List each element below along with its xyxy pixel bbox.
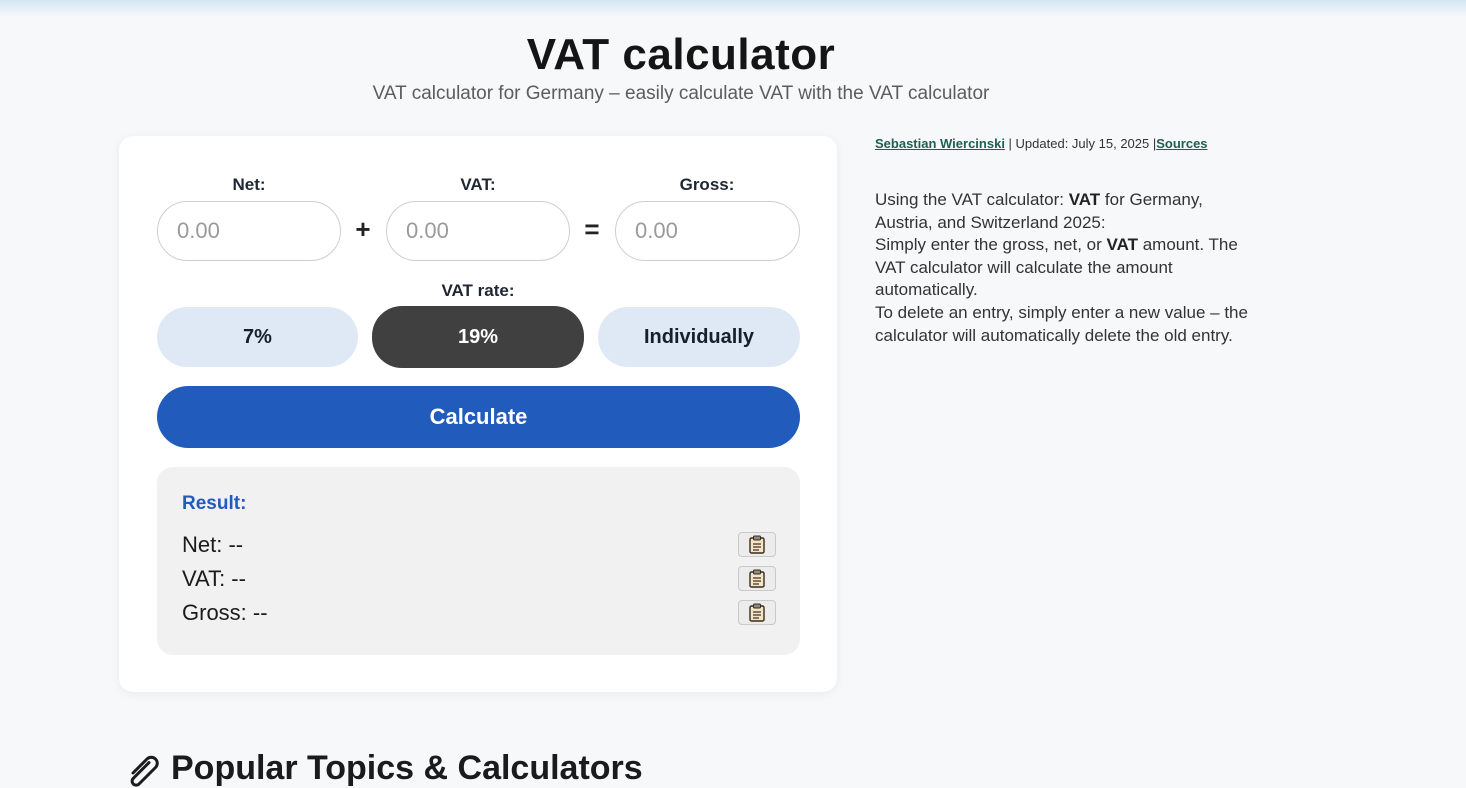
clipboard-icon bbox=[749, 535, 765, 554]
page-title: VAT calculator bbox=[526, 30, 836, 79]
description-text: Using the VAT calculator: VAT for German… bbox=[875, 189, 1255, 347]
gross-input[interactable] bbox=[615, 201, 800, 261]
desc-bold: VAT bbox=[1106, 235, 1138, 255]
author-meta: Sebastian Wiercinski | Updated: July 15,… bbox=[875, 136, 1208, 151]
result-row-net: Net: -- bbox=[182, 532, 776, 558]
result-panel: Result: Net: -- VAT: -- Gross: -- bbox=[157, 467, 800, 655]
copy-net-button[interactable] bbox=[738, 532, 776, 557]
vat-input[interactable] bbox=[386, 201, 570, 261]
clipboard-icon bbox=[749, 569, 765, 588]
top-gradient bbox=[0, 0, 1466, 16]
desc-text: Simply enter the gross, net, or bbox=[875, 235, 1107, 255]
net-input[interactable] bbox=[157, 201, 341, 261]
gross-label: Gross: bbox=[679, 175, 735, 194]
calculator-card: Net: + VAT: = Gross: VAT rate: 7% 19% In… bbox=[119, 136, 837, 692]
result-row-vat: VAT: -- bbox=[182, 566, 776, 592]
vat-rate-label: VAT rate: bbox=[441, 281, 515, 300]
vat-label: VAT: bbox=[460, 175, 496, 194]
rate-individually-button[interactable]: Individually bbox=[598, 307, 800, 367]
clipboard-icon bbox=[749, 603, 765, 622]
author-link[interactable]: Sebastian Wiercinski bbox=[875, 136, 1005, 151]
plus-operator: + bbox=[355, 214, 371, 244]
result-gross-text: Gross: -- bbox=[182, 600, 268, 625]
desc-bold: VAT bbox=[1068, 190, 1101, 209]
net-label: Net: bbox=[232, 175, 266, 194]
sources-link[interactable]: Sources bbox=[1156, 136, 1207, 151]
equals-operator: = bbox=[584, 214, 600, 244]
result-row-gross: Gross: -- bbox=[182, 600, 776, 626]
desc-text: Using the VAT calculator: bbox=[875, 190, 1069, 209]
rate-19-button[interactable]: 19% bbox=[372, 306, 584, 368]
page-subtitle: VAT calculator for Germany – easily calc… bbox=[372, 83, 990, 104]
calculate-button[interactable]: Calculate bbox=[157, 386, 800, 448]
updated-text: | Updated: July 15, 2025 | bbox=[1004, 136, 1157, 151]
copy-vat-button[interactable] bbox=[738, 566, 776, 591]
result-net-text: Net: -- bbox=[182, 532, 244, 557]
result-title: Result: bbox=[182, 493, 247, 514]
result-vat-text: VAT: -- bbox=[182, 566, 246, 591]
desc-text: To delete an entry, simply enter a new v… bbox=[875, 302, 1248, 345]
rate-7-button[interactable]: 7% bbox=[157, 307, 358, 367]
copy-gross-button[interactable] bbox=[738, 600, 776, 625]
